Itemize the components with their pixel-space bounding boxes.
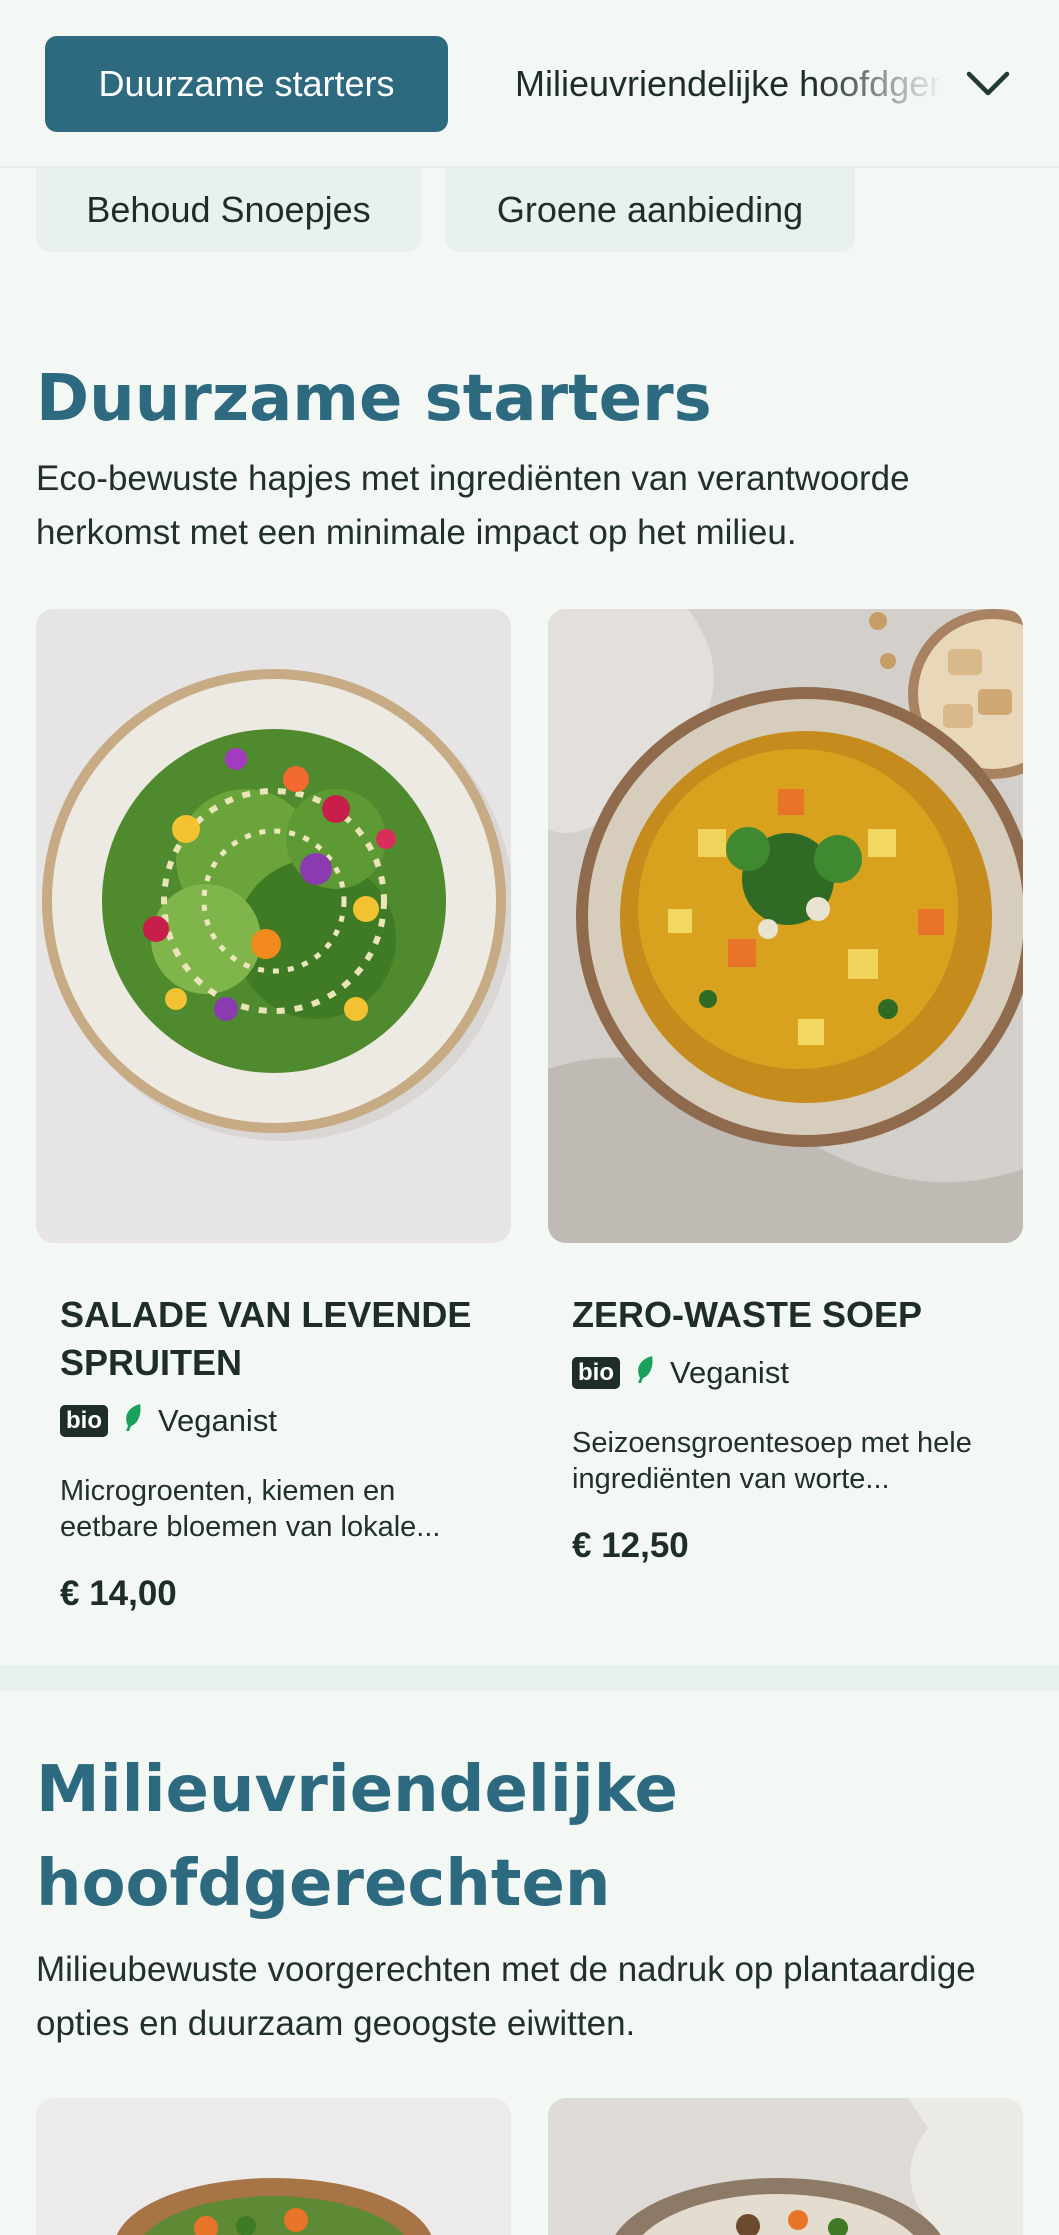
salad-image[interactable] <box>36 609 511 1243</box>
main-course-image[interactable] <box>36 2098 511 2235</box>
leaf-icon <box>634 1354 656 1392</box>
item-description: Seizoensgroentesoep met hele ingrediënte… <box>572 1427 972 1495</box>
bio-badge: bio <box>572 1357 620 1389</box>
item-description: Microgroenten, kiemen en eetbare bloemen… <box>60 1475 441 1543</box>
section-description-hoofdgerechten: Milieubewuste voorgerechten met de nadru… <box>36 1950 976 2043</box>
section-description-starters: Eco-bewuste hapjes met ingrediënten van … <box>36 459 910 552</box>
tab-milieuvriendelijke-hoofdgerechten[interactable]: Milieuvriendelijke hoofdgerechten <box>515 36 945 132</box>
item-price: € 12,50 <box>572 1526 689 1565</box>
item-tags: bio Veganist <box>572 1354 789 1392</box>
leaf-icon <box>122 1402 144 1440</box>
pill-behoud-snoepjes[interactable]: Behoud Snoepjes <box>36 168 421 252</box>
main-course-image[interactable] <box>548 2098 1023 2235</box>
section-title-hoofdgerechten: Milieuvriendelijke hoofdgerechten <box>36 1753 678 1921</box>
item-name[interactable]: ZERO-WASTE SOEP <box>572 1291 1012 1339</box>
diet-label: Veganist <box>670 1355 789 1390</box>
item-price: € 14,00 <box>60 1574 177 1613</box>
bio-badge: bio <box>60 1405 108 1437</box>
tab-duurzame-starters[interactable]: Duurzame starters <box>45 36 448 132</box>
item-tags: bio Veganist <box>60 1402 277 1440</box>
chevron-down-icon[interactable] <box>962 58 1014 110</box>
pill-groene-aanbieding[interactable]: Groene aanbieding <box>445 168 855 252</box>
diet-label: Veganist <box>158 1403 277 1438</box>
section-divider <box>0 1665 1059 1691</box>
item-name[interactable]: SALADE VAN LEVENDE SPRUITEN <box>60 1291 500 1387</box>
category-nav: Duurzame starters Milieuvriendelijke hoo… <box>0 0 1059 168</box>
section-title-starters: Duurzame starters <box>36 362 712 436</box>
soup-image[interactable] <box>548 609 1023 1243</box>
